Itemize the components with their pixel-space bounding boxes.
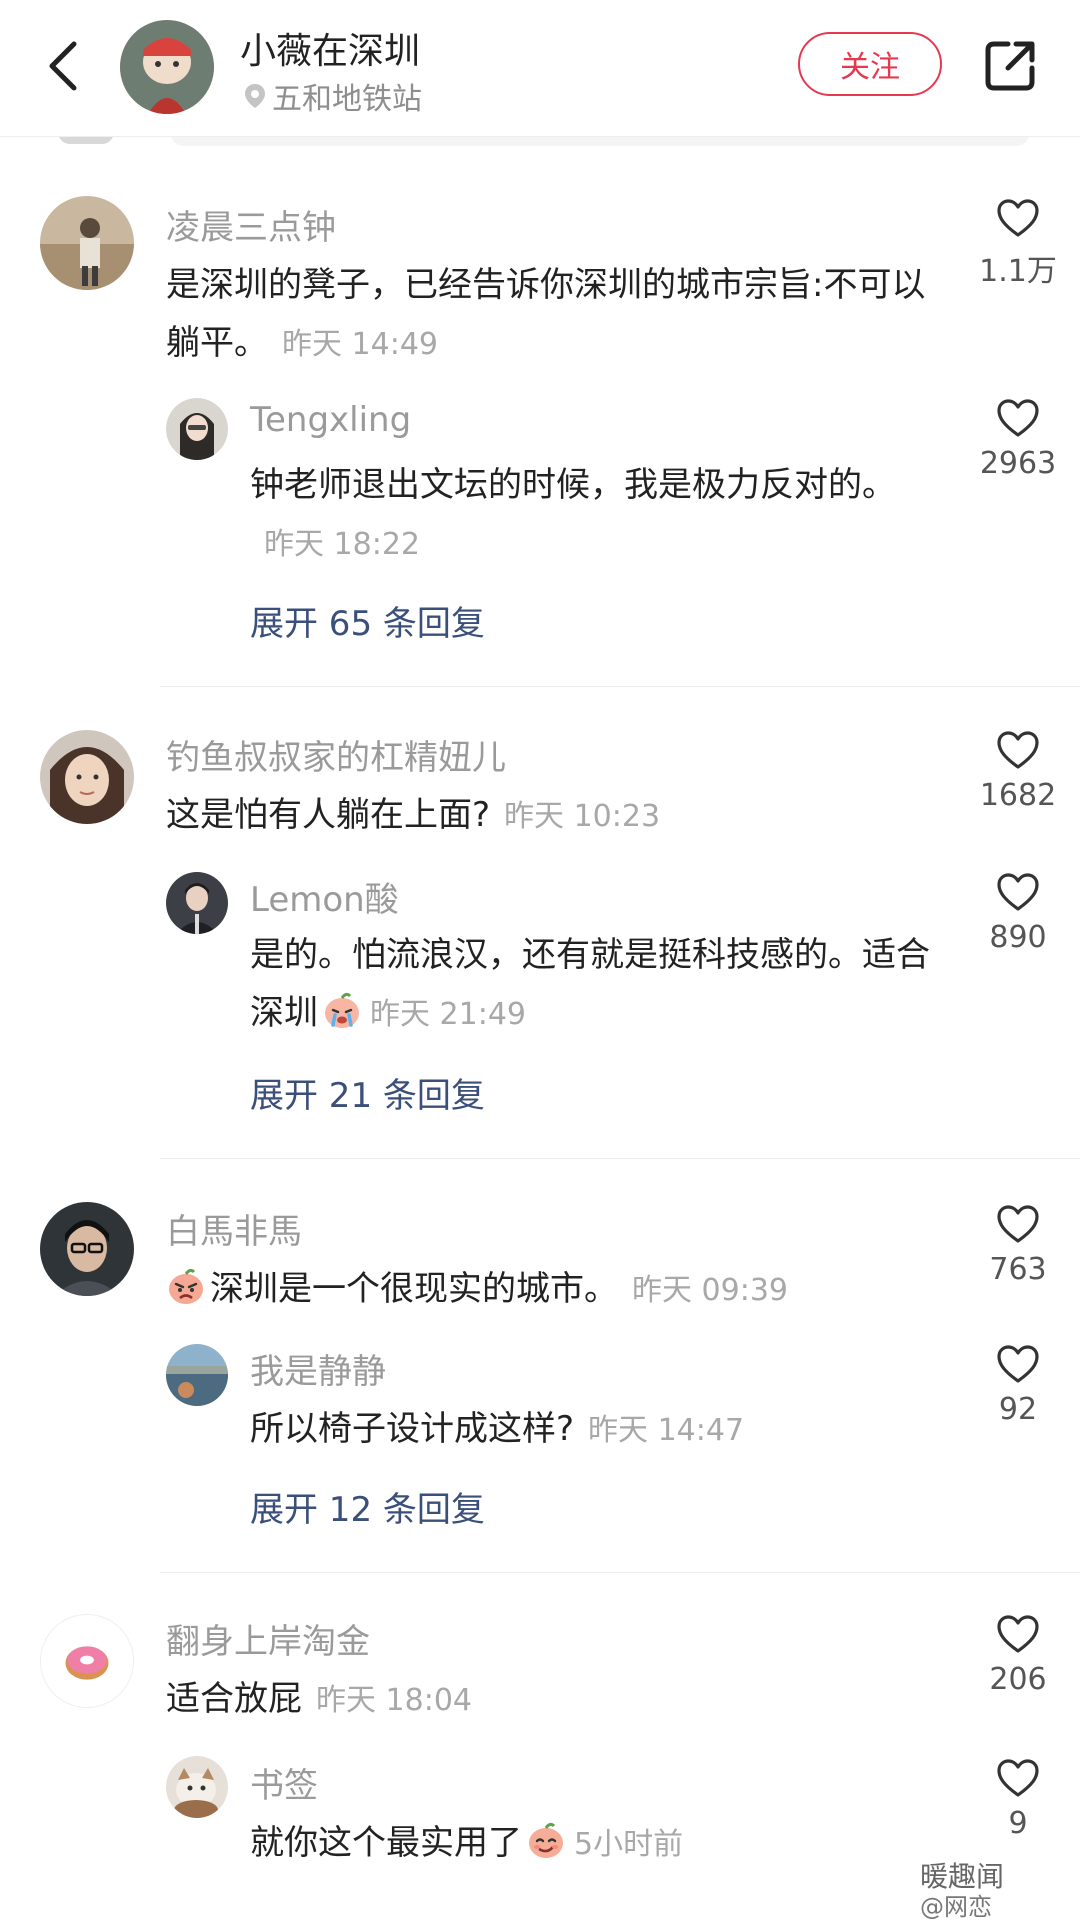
- reply-user-name[interactable]: 我是静静: [250, 1344, 386, 1393]
- reply-time: 昨天 21:49: [370, 997, 526, 1032]
- commenter-avatar[interactable]: [40, 196, 134, 290]
- watermark-line-2: @网恋: [920, 1893, 992, 1921]
- location-label: 五和地铁站: [272, 82, 422, 117]
- reply-avatar[interactable]: [166, 1344, 228, 1406]
- heart-icon: [997, 1615, 1039, 1653]
- heart-icon: [997, 1759, 1039, 1797]
- reply-avatar[interactable]: [166, 1756, 228, 1818]
- reply-text: 钟老师退出文坛的时候，我是极力反对的。昨天 18:22: [250, 456, 930, 574]
- reply-user-name[interactable]: 书签: [250, 1758, 318, 1807]
- comment-text: 这是怕有人躺在上面? 昨天 10:23: [166, 786, 936, 846]
- reply-body: 所以椅子设计成这样?: [250, 1409, 575, 1449]
- back-button[interactable]: [40, 34, 90, 98]
- commenter-avatar[interactable]: [40, 730, 134, 824]
- share-button[interactable]: [982, 38, 1038, 94]
- comment-body: 是深圳的凳子，已经告诉你深圳的城市宗旨:不可以躺平。: [166, 265, 926, 363]
- avatar-image: [40, 1202, 134, 1296]
- like-count: 9: [1008, 1806, 1028, 1841]
- comment-text: 深圳是一个很现实的城市。 昨天 09:39: [166, 1260, 936, 1320]
- location-pin-icon: [245, 84, 265, 108]
- chevron-left-icon: [49, 41, 77, 91]
- like-count: 2963: [979, 446, 1057, 481]
- top-bar: 小薇在深圳 五和地铁站 关注: [0, 0, 1080, 137]
- avatar-image: [40, 730, 134, 824]
- comment-time: 昨天 10:23: [504, 799, 661, 834]
- reply-user-name[interactable]: Lemon酸: [250, 872, 399, 921]
- avatar-image: [166, 1344, 228, 1406]
- angry-face-emoji-icon: [166, 1266, 206, 1306]
- crying-face-emoji-icon: [322, 990, 362, 1030]
- reply-avatar[interactable]: [166, 872, 228, 934]
- comment-body: 这是怕有人躺在上面?: [166, 795, 491, 835]
- like-count: 1682: [979, 778, 1057, 813]
- avatar-image: [166, 872, 228, 934]
- reply-time: 昨天 18:22: [264, 527, 420, 562]
- heart-icon: [997, 399, 1039, 437]
- watermark: 暖趣闻 @网恋: [920, 1862, 1004, 1922]
- like-count: 890: [989, 920, 1047, 955]
- commenter-name[interactable]: 翻身上岸淘金: [166, 1614, 370, 1663]
- comment-body: 深圳是一个很现实的城市。: [210, 1269, 618, 1309]
- heart-icon: [997, 1345, 1039, 1383]
- divider: [160, 1158, 1080, 1159]
- like-button[interactable]: 2963: [968, 398, 1068, 481]
- reply-time: 5小时前: [574, 1827, 684, 1862]
- heart-icon: [997, 1205, 1039, 1243]
- like-button[interactable]: 1.1万: [968, 198, 1068, 290]
- reply-body: 钟老师退出文坛的时候，我是极力反对的。: [250, 465, 896, 505]
- heart-icon: [997, 731, 1039, 769]
- comment-time: 昨天 14:49: [282, 327, 438, 362]
- heart-icon: [997, 199, 1039, 237]
- like-button[interactable]: 1682: [968, 730, 1068, 813]
- like-button[interactable]: 206: [968, 1614, 1068, 1697]
- smirk-face-emoji-icon: [526, 1820, 566, 1860]
- commenter-avatar[interactable]: [40, 1202, 134, 1296]
- reply-text: 就你这个最实用了 5小时前: [250, 1814, 930, 1874]
- like-count: 1.1万: [979, 254, 1057, 289]
- watermark-line-1: 暖趣闻: [920, 1860, 1005, 1893]
- commenter-name[interactable]: 钓鱼叔叔家的杠精妞儿: [166, 730, 506, 779]
- comment-body: 适合放屁: [166, 1679, 302, 1719]
- expand-replies-link[interactable]: 展开 12 条回复: [250, 1482, 485, 1531]
- location-tag[interactable]: 五和地铁站: [244, 74, 422, 118]
- author-name[interactable]: 小薇在深圳: [240, 22, 420, 74]
- like-count: 206: [989, 1662, 1047, 1697]
- commenter-name[interactable]: 白馬非馬: [166, 1204, 302, 1253]
- reply-text: 所以椅子设计成这样? 昨天 14:47: [250, 1400, 930, 1460]
- comment-text: 是深圳的凳子，已经告诉你深圳的城市宗旨:不可以躺平。 昨天 14:49: [166, 256, 936, 374]
- expand-replies-link[interactable]: 展开 21 条回复: [250, 1068, 485, 1117]
- avatar-image: [166, 398, 228, 460]
- like-button[interactable]: 763: [968, 1204, 1068, 1287]
- heart-icon: [997, 873, 1039, 911]
- avatar-image: [40, 196, 134, 290]
- reply-user-name[interactable]: Tengxling: [250, 400, 411, 440]
- reply-text: 是的。怕流浪汉，还有就是挺科技感的。适合深圳 昨天 21:49: [250, 926, 930, 1044]
- avatar-image: [166, 1756, 228, 1818]
- follow-button[interactable]: 关注: [798, 32, 942, 96]
- like-button[interactable]: 890: [968, 872, 1068, 955]
- comment-time: 昨天 09:39: [632, 1273, 788, 1308]
- reply-time: 昨天 14:47: [588, 1413, 745, 1448]
- reply-avatar[interactable]: [166, 398, 228, 460]
- like-count: 763: [989, 1252, 1047, 1287]
- like-button[interactable]: 9: [968, 1758, 1068, 1841]
- like-button[interactable]: 92: [968, 1344, 1068, 1427]
- comment-text: 适合放屁 昨天 18:04: [166, 1670, 936, 1730]
- divider: [160, 1572, 1080, 1573]
- divider: [160, 686, 1080, 687]
- reply-body: 就你这个最实用了: [250, 1823, 522, 1863]
- donut-avatar-image: [41, 1615, 133, 1707]
- share-icon: [985, 41, 1035, 91]
- author-avatar-image: [120, 20, 214, 114]
- commenter-avatar[interactable]: [40, 1614, 134, 1708]
- expand-replies-link[interactable]: 展开 65 条回复: [250, 596, 485, 645]
- comment-time: 昨天 18:04: [316, 1683, 472, 1718]
- commenter-name[interactable]: 凌晨三点钟: [166, 200, 336, 249]
- like-count: 92: [998, 1392, 1038, 1427]
- author-avatar[interactable]: [120, 20, 214, 114]
